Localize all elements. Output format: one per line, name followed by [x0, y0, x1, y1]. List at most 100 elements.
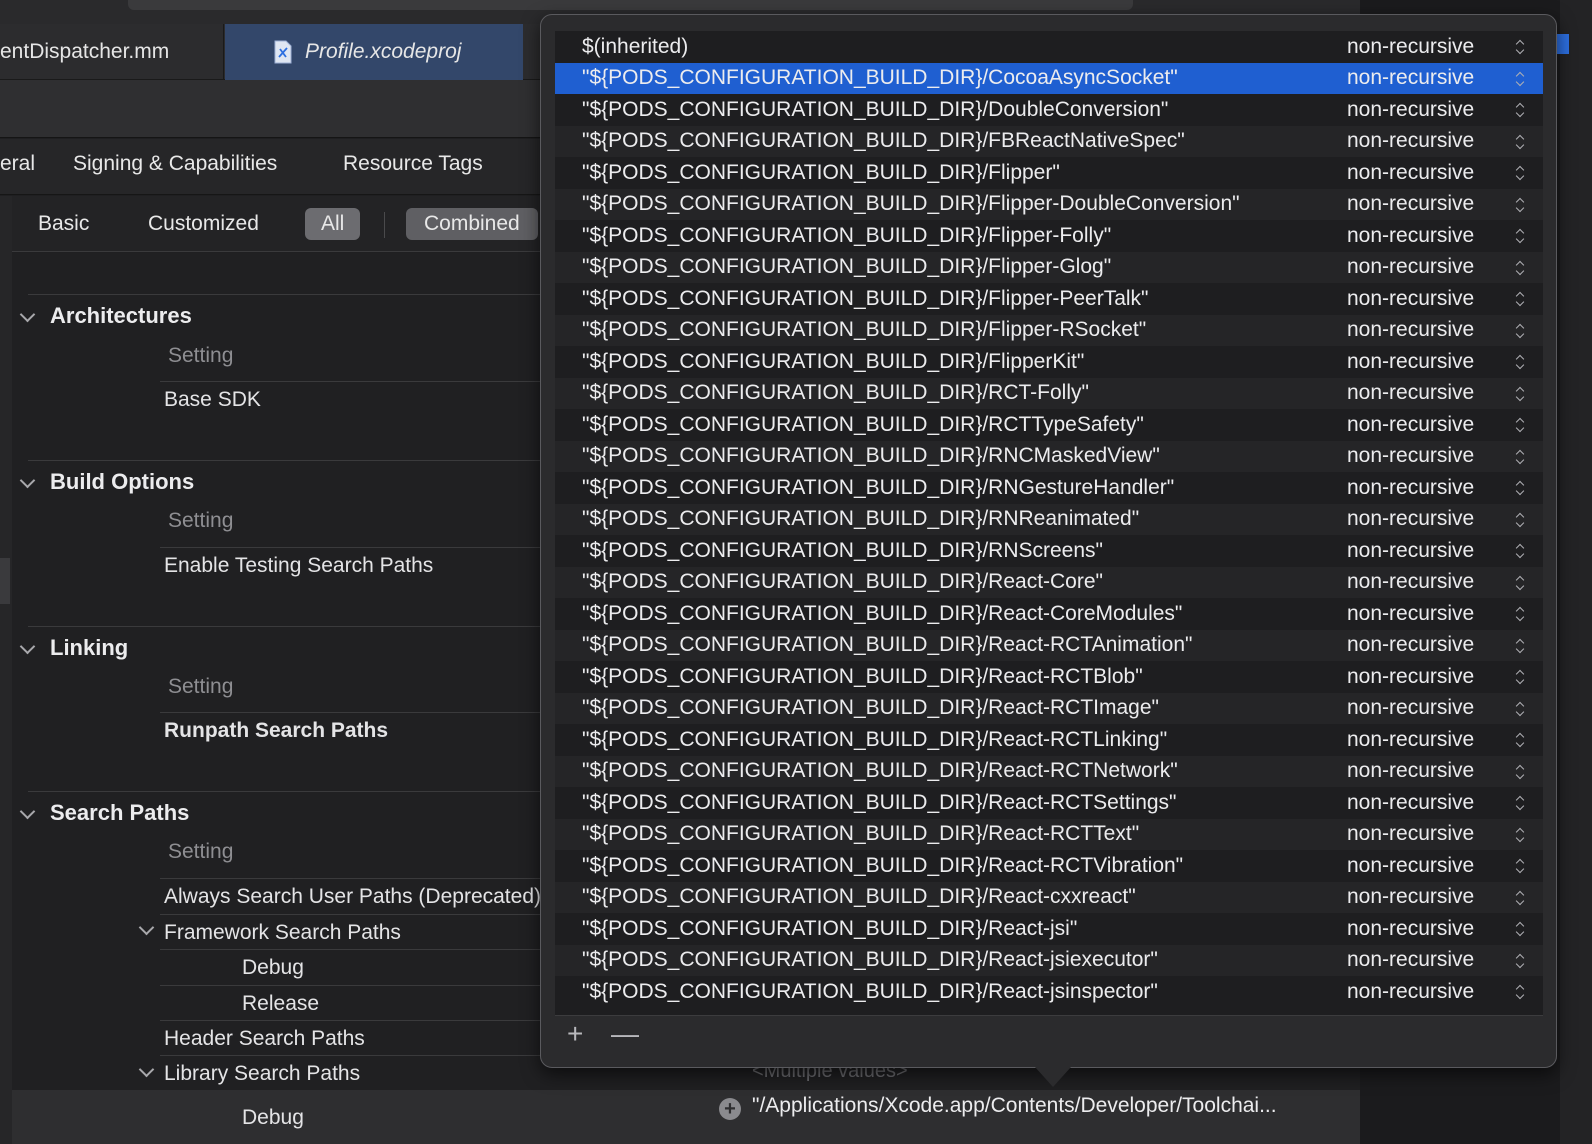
- up-down-stepper-icon[interactable]: [1515, 196, 1527, 214]
- path-value[interactable]: "${PODS_CONFIGURATION_BUILD_DIR}/React-R…: [582, 822, 1139, 846]
- path-row[interactable]: "${PODS_CONFIGURATION_BUILD_DIR}/RNGestu…: [555, 472, 1543, 504]
- recursion-mode-select[interactable]: non-recursive: [1347, 917, 1474, 941]
- recursion-mode-select[interactable]: non-recursive: [1347, 570, 1474, 594]
- up-down-stepper-icon[interactable]: [1515, 322, 1527, 340]
- filter-basic[interactable]: Basic: [38, 208, 89, 240]
- path-value[interactable]: "${PODS_CONFIGURATION_BUILD_DIR}/React-C…: [582, 602, 1182, 626]
- path-row[interactable]: "${PODS_CONFIGURATION_BUILD_DIR}/Flipper…: [555, 157, 1543, 189]
- path-row[interactable]: "${PODS_CONFIGURATION_BUILD_DIR}/RNCMask…: [555, 440, 1543, 472]
- up-down-stepper-icon[interactable]: [1515, 101, 1527, 119]
- path-row[interactable]: "${PODS_CONFIGURATION_BUILD_DIR}/React-R…: [555, 818, 1543, 850]
- path-value[interactable]: "${PODS_CONFIGURATION_BUILD_DIR}/FBReact…: [582, 129, 1185, 153]
- path-value[interactable]: "${PODS_CONFIGURATION_BUILD_DIR}/React-R…: [582, 696, 1159, 720]
- tab-event-dispatcher[interactable]: entDispatcher.mm: [0, 24, 224, 80]
- filter-all[interactable]: All: [305, 208, 361, 240]
- recursion-mode-select[interactable]: non-recursive: [1347, 413, 1474, 437]
- path-value[interactable]: "${PODS_CONFIGURATION_BUILD_DIR}/Flipper…: [582, 350, 1084, 374]
- path-row[interactable]: $(inherited) non-recursive: [555, 31, 1543, 63]
- setting-framework-debug[interactable]: Debug: [160, 949, 540, 985]
- path-row[interactable]: "${PODS_CONFIGURATION_BUILD_DIR}/React-R…: [555, 755, 1543, 787]
- path-row[interactable]: "${PODS_CONFIGURATION_BUILD_DIR}/React-R…: [555, 629, 1543, 661]
- path-row[interactable]: "${PODS_CONFIGURATION_BUILD_DIR}/RNReani…: [555, 503, 1543, 535]
- path-value[interactable]: "${PODS_CONFIGURATION_BUILD_DIR}/RNGestu…: [582, 476, 1174, 500]
- up-down-stepper-icon[interactable]: [1515, 637, 1527, 655]
- chevron-down-icon[interactable]: [139, 1064, 153, 1078]
- up-down-stepper-icon[interactable]: [1515, 983, 1527, 1001]
- up-down-stepper-icon[interactable]: [1515, 133, 1527, 151]
- path-row[interactable]: "${PODS_CONFIGURATION_BUILD_DIR}/React-j…: [555, 976, 1543, 1008]
- path-value[interactable]: "${PODS_CONFIGURATION_BUILD_DIR}/Flipper…: [582, 287, 1149, 311]
- path-row[interactable]: "${PODS_CONFIGURATION_BUILD_DIR}/CocoaAs…: [555, 62, 1543, 94]
- up-down-stepper-icon[interactable]: [1515, 700, 1527, 718]
- path-value[interactable]: "${PODS_CONFIGURATION_BUILD_DIR}/React-R…: [582, 633, 1192, 657]
- up-down-stepper-icon[interactable]: [1515, 38, 1527, 56]
- recursion-mode-select[interactable]: non-recursive: [1347, 350, 1474, 374]
- path-row[interactable]: "${PODS_CONFIGURATION_BUILD_DIR}/RCTType…: [555, 409, 1543, 441]
- up-down-stepper-icon[interactable]: [1515, 574, 1527, 592]
- recursion-mode-select[interactable]: non-recursive: [1347, 854, 1474, 878]
- add-circle-icon[interactable]: +: [719, 1098, 741, 1120]
- path-value[interactable]: "${PODS_CONFIGURATION_BUILD_DIR}/Flipper…: [582, 192, 1240, 216]
- up-down-stepper-icon[interactable]: [1515, 385, 1527, 403]
- recursion-mode-select[interactable]: non-recursive: [1347, 287, 1474, 311]
- path-value[interactable]: "${PODS_CONFIGURATION_BUILD_DIR}/React-c…: [582, 885, 1136, 909]
- path-value[interactable]: "${PODS_CONFIGURATION_BUILD_DIR}/RNScree…: [582, 539, 1103, 563]
- section-linking[interactable]: Linking: [20, 635, 128, 661]
- up-down-stepper-icon[interactable]: [1515, 731, 1527, 749]
- path-row[interactable]: "${PODS_CONFIGURATION_BUILD_DIR}/Flipper…: [555, 251, 1543, 283]
- path-row[interactable]: "${PODS_CONFIGURATION_BUILD_DIR}/Flipper…: [555, 188, 1543, 220]
- path-value[interactable]: "${PODS_CONFIGURATION_BUILD_DIR}/React-R…: [582, 759, 1178, 783]
- library-debug-value[interactable]: "/Applications/Xcode.app/Contents/Develo…: [752, 1094, 1277, 1118]
- section-build-options[interactable]: Build Options: [20, 469, 194, 495]
- path-value[interactable]: "${PODS_CONFIGURATION_BUILD_DIR}/RNCMask…: [582, 444, 1160, 468]
- recursion-mode-select[interactable]: non-recursive: [1347, 161, 1474, 185]
- tab-signing-capabilities[interactable]: Signing & Capabilities: [73, 152, 277, 176]
- chevron-down-icon[interactable]: [139, 922, 153, 936]
- recursion-mode-select[interactable]: non-recursive: [1347, 980, 1474, 1004]
- library-debug-row[interactable]: Debug + "/Applications/Xcode.app/Content…: [12, 1090, 1362, 1144]
- up-down-stepper-icon[interactable]: [1515, 448, 1527, 466]
- up-down-stepper-icon[interactable]: [1515, 605, 1527, 623]
- recursion-mode-select[interactable]: non-recursive: [1347, 696, 1474, 720]
- recursion-mode-select[interactable]: non-recursive: [1347, 476, 1474, 500]
- section-search-paths[interactable]: Search Paths: [20, 800, 189, 826]
- path-row[interactable]: "${PODS_CONFIGURATION_BUILD_DIR}/RCT-Fol…: [555, 377, 1543, 409]
- path-value[interactable]: "${PODS_CONFIGURATION_BUILD_DIR}/React-R…: [582, 791, 1177, 815]
- recursion-mode-select[interactable]: non-recursive: [1347, 791, 1474, 815]
- up-down-stepper-icon[interactable]: [1515, 416, 1527, 434]
- up-down-stepper-icon[interactable]: [1515, 794, 1527, 812]
- path-value[interactable]: "${PODS_CONFIGURATION_BUILD_DIR}/Flipper…: [582, 224, 1111, 248]
- setting-framework-search-paths[interactable]: Framework Search Paths: [160, 914, 540, 950]
- path-value[interactable]: "${PODS_CONFIGURATION_BUILD_DIR}/Flipper…: [582, 161, 1060, 185]
- up-down-stepper-icon[interactable]: [1515, 857, 1527, 875]
- path-value[interactable]: "${PODS_CONFIGURATION_BUILD_DIR}/React-j…: [582, 917, 1077, 941]
- path-value[interactable]: "${PODS_CONFIGURATION_BUILD_DIR}/React-C…: [582, 570, 1103, 594]
- chevron-down-icon[interactable]: [20, 641, 34, 655]
- up-down-stepper-icon[interactable]: [1515, 353, 1527, 371]
- path-row[interactable]: "${PODS_CONFIGURATION_BUILD_DIR}/React-C…: [555, 598, 1543, 630]
- chevron-down-icon[interactable]: [20, 475, 34, 489]
- path-value[interactable]: "${PODS_CONFIGURATION_BUILD_DIR}/DoubleC…: [582, 98, 1168, 122]
- recursion-mode-select[interactable]: non-recursive: [1347, 224, 1474, 248]
- up-down-stepper-icon[interactable]: [1515, 542, 1527, 560]
- remove-path-button[interactable]: —: [611, 1020, 639, 1048]
- filter-combined[interactable]: Combined: [406, 208, 538, 240]
- up-down-stepper-icon[interactable]: [1515, 70, 1527, 88]
- setting-always-search-user-paths[interactable]: Always Search User Paths (Deprecated): [160, 878, 540, 914]
- up-down-stepper-icon[interactable]: [1515, 826, 1527, 844]
- setting-enable-testing-search-paths[interactable]: Enable Testing Search Paths: [160, 547, 540, 583]
- up-down-stepper-icon[interactable]: [1515, 479, 1527, 497]
- path-value[interactable]: "${PODS_CONFIGURATION_BUILD_DIR}/React-R…: [582, 854, 1183, 878]
- recursion-mode-select[interactable]: non-recursive: [1347, 444, 1474, 468]
- recursion-mode-select[interactable]: non-recursive: [1347, 318, 1474, 342]
- section-architectures[interactable]: Architectures: [20, 303, 192, 329]
- path-row[interactable]: "${PODS_CONFIGURATION_BUILD_DIR}/RNScree…: [555, 535, 1543, 567]
- recursion-mode-select[interactable]: non-recursive: [1347, 539, 1474, 563]
- path-value[interactable]: "${PODS_CONFIGURATION_BUILD_DIR}/CocoaAs…: [582, 66, 1178, 90]
- path-row[interactable]: "${PODS_CONFIGURATION_BUILD_DIR}/React-R…: [555, 850, 1543, 882]
- filter-customized[interactable]: Customized: [148, 208, 259, 240]
- recursion-mode-select[interactable]: non-recursive: [1347, 255, 1474, 279]
- setting-base-sdk[interactable]: Base SDK: [160, 381, 540, 417]
- setting-library-search-paths[interactable]: Library Search Paths: [160, 1055, 540, 1091]
- recursion-mode-select[interactable]: non-recursive: [1347, 66, 1474, 90]
